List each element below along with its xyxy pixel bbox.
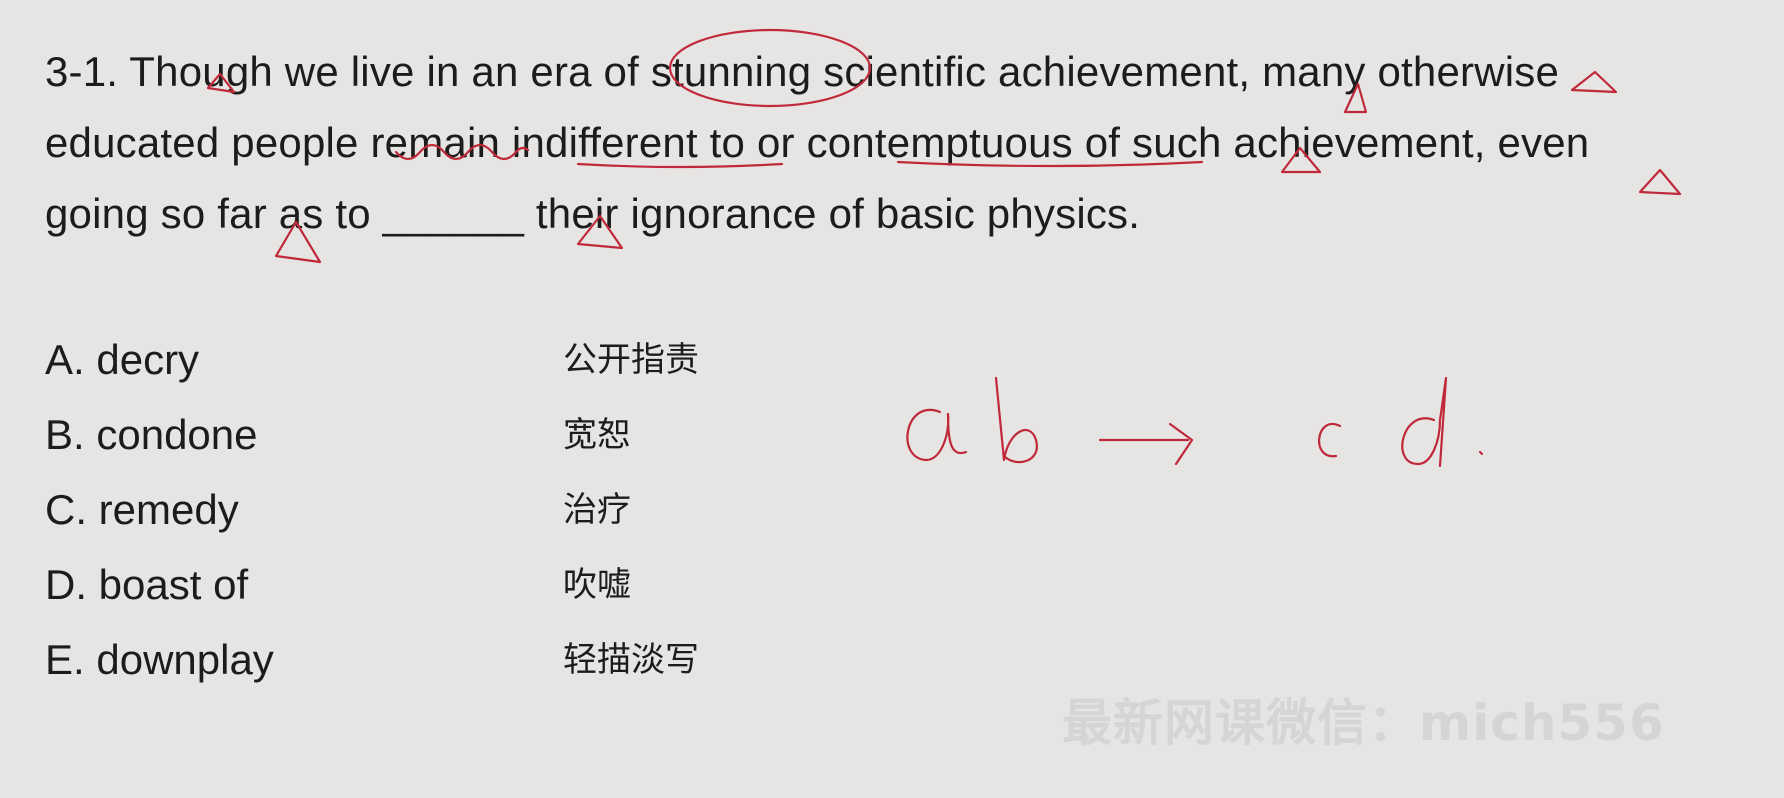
slide: 3-1. Though we live in an era of stunnin… [0,0,1784,798]
watermark: 最新网课微信：mich556 [1062,694,1665,752]
question-line-3: going so far as to ______ their ignoranc… [45,190,1141,237]
option-a: A. decry 公开指责 [45,330,745,390]
handwritten-dot [1478,450,1484,456]
handwritten-b [994,376,1038,464]
option-d-label: D. boast of [45,561,249,608]
option-b-translation: 宽恕 [563,415,631,455]
question-line-1: 3-1. Though we live in an era of stunnin… [45,48,1560,95]
option-e-translation: 轻描淡写 [563,640,699,680]
option-c-translation: 治疗 [563,490,631,530]
option-c-label: C. remedy [45,486,239,533]
handwritten-arrow [1098,422,1194,466]
option-e: E. downplay 轻描淡写 [45,630,745,690]
option-a-translation: 公开指责 [563,340,699,380]
option-a-label: A. decry [45,336,200,383]
option-e-label: E. downplay [45,636,274,683]
option-b: B. condone 宽恕 [45,405,745,465]
question-text: 3-1. Though we live in an era of stunnin… [45,36,1765,249]
option-c: C. remedy 治疗 [45,480,745,540]
question-line-2: educated people remain indifferent to or… [45,119,1590,166]
handwritten-d [1401,376,1448,468]
option-b-label: B. condone [45,411,258,458]
option-d-translation: 吹嘘 [563,565,631,605]
handwritten-c [1318,422,1342,458]
handwritten-a [906,408,968,462]
option-d: D. boast of 吹嘘 [45,555,745,615]
